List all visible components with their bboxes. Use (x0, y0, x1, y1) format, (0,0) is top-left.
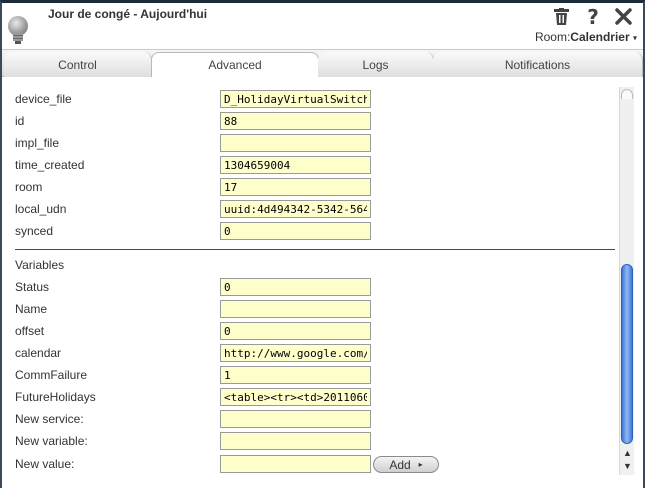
name-input[interactable] (220, 300, 371, 318)
field-label: local_udn (15, 202, 67, 216)
device-file-input[interactable] (220, 90, 371, 108)
help-icon[interactable]: ? (583, 7, 602, 26)
impl-file-input[interactable] (220, 134, 371, 152)
field-row-device-file: device_file (15, 88, 375, 110)
field-row-impl-file: impl_file (15, 132, 375, 154)
id-input[interactable] (220, 112, 371, 130)
variable-label: CommFailure (15, 368, 88, 382)
tab-bar: Control Advanced Logs Notifications (2, 49, 643, 78)
add-button-label: Add (389, 457, 411, 472)
field-label: id (15, 114, 25, 128)
field-row-id: id (15, 110, 375, 132)
variable-row-futureholidays: FutureHolidays (15, 386, 375, 408)
scroll-up-icon[interactable]: ▲ (622, 447, 633, 459)
new-variable-input[interactable] (220, 432, 371, 450)
chevron-down-icon: ▾ (632, 33, 637, 43)
room-input[interactable] (220, 178, 371, 196)
new-value-row: New value: (15, 453, 375, 475)
dialog-title: Jour de congé - Aujourd'hui (48, 7, 208, 21)
room-selector[interactable]: Room:Calendrier ▾ (535, 30, 637, 44)
tab-advanced-label: Advanced (208, 58, 262, 72)
time-created-input[interactable] (220, 156, 371, 174)
scrollbar-thumb[interactable] (621, 264, 633, 444)
header-actions: ? (552, 7, 633, 26)
variable-label: Name (15, 302, 48, 316)
device-dialog: Jour de congé - Aujourd'hui ? Room:Calen… (0, 0, 645, 488)
room-prefix: Room: (534, 30, 571, 44)
tab-control[interactable]: Control (4, 52, 152, 77)
advanced-panel: device_file id impl_file time_created ro… (2, 77, 643, 488)
variable-label: offset (15, 324, 45, 338)
futureholidays-input[interactable] (220, 388, 371, 406)
field-label: impl_file (15, 136, 60, 150)
close-icon[interactable] (614, 7, 633, 26)
variable-row-calendar: calendar (15, 342, 375, 364)
field-row-room: room (15, 176, 375, 198)
variables-heading: Variables (15, 258, 65, 272)
variable-row-name: Name (15, 298, 375, 320)
variable-row-offset: offset (15, 320, 375, 342)
trash-icon[interactable] (552, 7, 571, 26)
dialog-header: Jour de congé - Aujourd'hui ? Room:Calen… (2, 3, 643, 49)
variable-label: FutureHolidays (15, 390, 96, 404)
local-udn-input[interactable] (220, 200, 371, 218)
field-row-local-udn: local_udn (15, 198, 375, 220)
vertical-scrollbar[interactable]: ▲ ▼ (619, 87, 634, 475)
synced-input[interactable] (220, 222, 371, 240)
lightbulb-icon (6, 15, 30, 47)
scroll-down-icon[interactable]: ▼ (622, 460, 633, 472)
add-button[interactable]: Add ▸ (373, 456, 439, 473)
field-row-time-created: time_created (15, 154, 375, 176)
section-divider (15, 249, 615, 250)
field-label: device_file (15, 92, 72, 106)
field-label: synced (15, 224, 54, 238)
calendar-input[interactable] (220, 344, 371, 362)
svg-text:?: ? (587, 7, 599, 26)
chevron-right-icon: ▸ (418, 460, 423, 469)
field-row-synced: synced (15, 220, 375, 242)
status-input[interactable] (220, 278, 371, 296)
new-variable-label: New variable: (15, 434, 88, 448)
tab-notifications-label: Notifications (504, 57, 571, 72)
new-service-label: New service: (15, 412, 84, 426)
new-value-label: New value: (15, 457, 75, 471)
scrollbar-track-cap (621, 89, 633, 99)
new-value-input[interactable] (220, 455, 371, 473)
variable-label: calendar (15, 346, 62, 360)
tab-logs[interactable]: Logs (318, 52, 434, 77)
variable-row-status: Status (15, 276, 375, 298)
tab-logs-label: Logs (362, 57, 389, 72)
offset-input[interactable] (220, 322, 371, 340)
commfailure-input[interactable] (220, 366, 371, 384)
tab-advanced[interactable]: Advanced (151, 52, 319, 78)
room-name: Calendrier (570, 30, 630, 44)
variable-label: Status (15, 280, 50, 294)
new-variable-row: New variable: (15, 430, 375, 452)
variable-row-commfailure: CommFailure (15, 364, 375, 386)
tab-control-label: Control (58, 57, 97, 72)
new-service-row: New service: (15, 408, 375, 430)
field-label: time_created (15, 158, 85, 172)
field-label: room (15, 180, 43, 194)
new-service-input[interactable] (220, 410, 371, 428)
tab-notifications[interactable]: Notifications (433, 52, 643, 77)
